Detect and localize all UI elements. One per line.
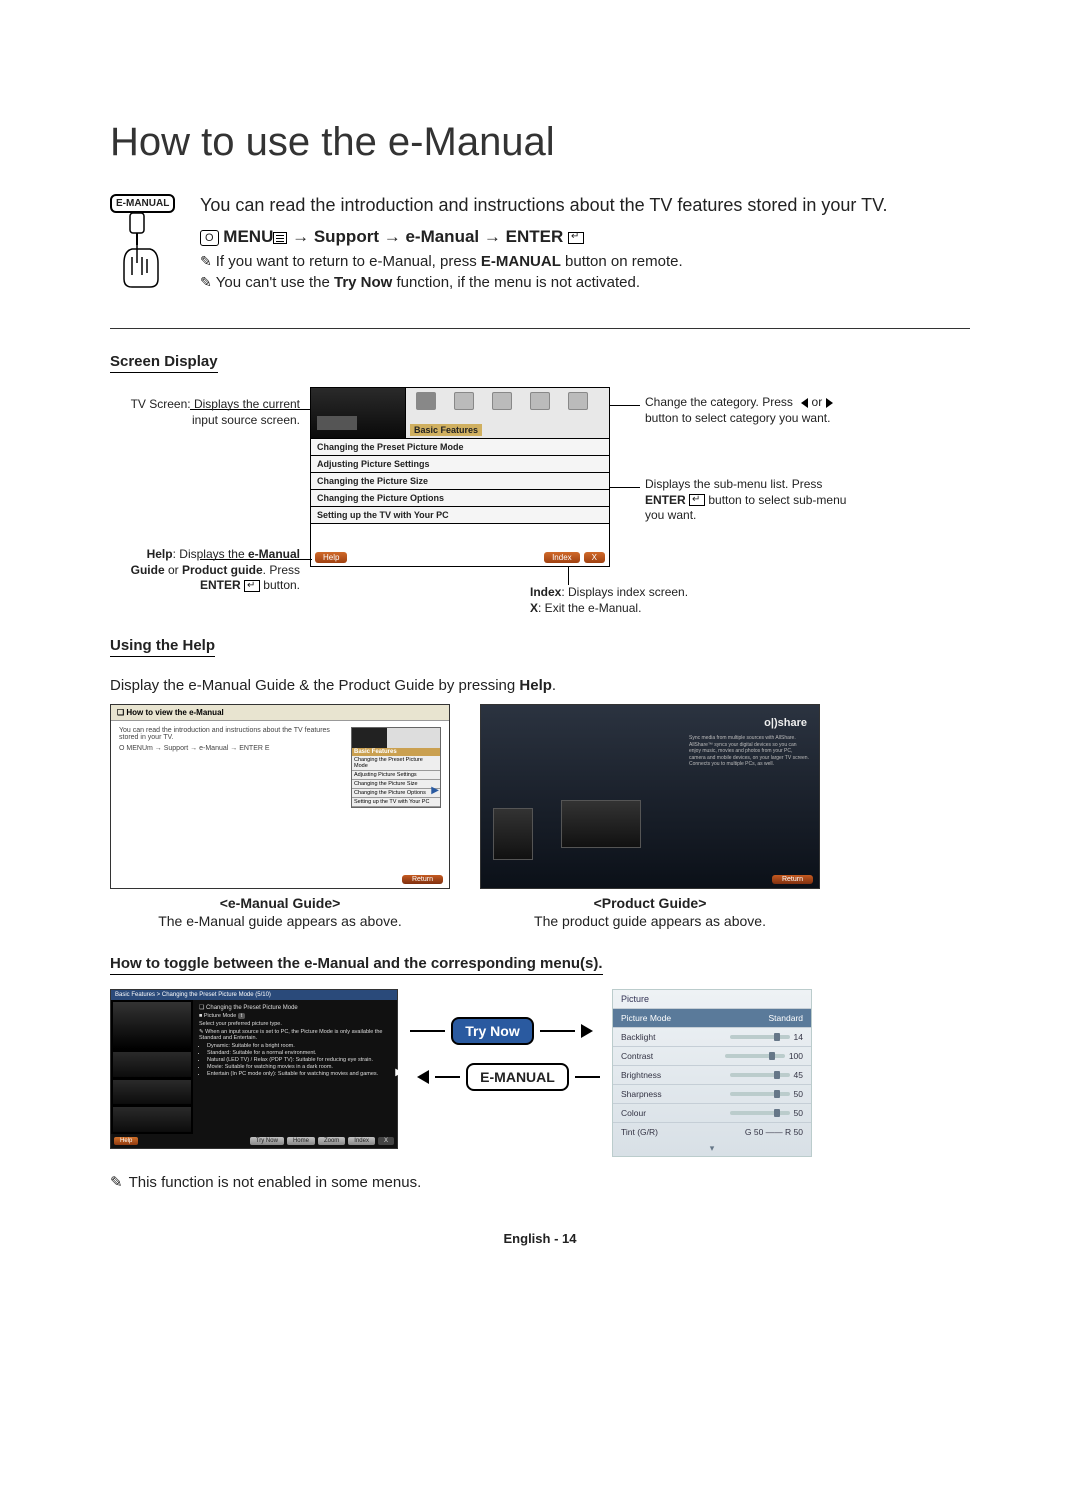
page-title: How to use the e-Manual bbox=[110, 120, 970, 165]
final-note: ✎This function is not enabled in some me… bbox=[110, 1173, 970, 1191]
help-button[interactable]: Help bbox=[315, 552, 347, 563]
menu-row[interactable]: Colour 50 bbox=[613, 1103, 811, 1122]
enter-icon bbox=[244, 580, 260, 592]
slider[interactable] bbox=[725, 1054, 785, 1058]
emanual-mock: Basic Features Changing the Preset Pictu… bbox=[310, 387, 610, 567]
try-now-pill: Try Now bbox=[451, 1017, 533, 1045]
callout-index: Index: Displays index screen. X: Exit th… bbox=[530, 585, 790, 616]
enter-icon bbox=[568, 232, 584, 244]
allshare-blurb: Sync media from multiple sources with Al… bbox=[689, 735, 809, 768]
pen-icon: ✎ bbox=[200, 253, 212, 269]
slider[interactable] bbox=[730, 1073, 790, 1077]
device-thumb bbox=[561, 800, 641, 848]
tv-screen-thumb bbox=[311, 388, 406, 438]
emanual-detail-mock: Basic Features > Changing the Preset Pic… bbox=[110, 989, 398, 1149]
tv-thumb bbox=[113, 1002, 191, 1049]
osd-icon: O bbox=[200, 230, 219, 246]
allshare-logo: o|)share bbox=[764, 717, 807, 729]
toggle-arrows: Try Now E-MANUAL bbox=[410, 989, 600, 1091]
emanual-guide-text: You can read the introduction and instru… bbox=[119, 727, 345, 808]
emanual-badge: E-MANUAL bbox=[110, 194, 175, 213]
menu-row[interactable]: Tint (G/R) G 50 —— R 50 bbox=[613, 1122, 811, 1141]
left-triangle-icon bbox=[796, 398, 808, 408]
emanual-guide-title: ❏ How to view the e-Manual bbox=[111, 705, 449, 721]
help-button[interactable]: Help bbox=[114, 1137, 138, 1145]
chevron-down-icon[interactable]: ▾ bbox=[613, 1141, 811, 1156]
submenu-item[interactable]: Adjusting Picture Settings bbox=[311, 456, 609, 473]
category-icon[interactable] bbox=[568, 392, 588, 410]
nav-path: O MENU → Support → e-Manual → ENTER bbox=[200, 227, 970, 247]
x-button[interactable]: X bbox=[584, 552, 605, 563]
category-icon[interactable] bbox=[454, 392, 474, 410]
using-help-intro: Display the e-Manual Guide & the Product… bbox=[110, 677, 970, 694]
return-button[interactable]: Return bbox=[772, 875, 813, 884]
screen-display-diagram: Basic Features Changing the Preset Pictu… bbox=[110, 387, 970, 627]
index-button[interactable]: Index bbox=[544, 552, 580, 563]
zoom-button[interactable]: Zoom bbox=[318, 1137, 345, 1145]
right-arrow-icon: ▶ bbox=[395, 1067, 403, 1078]
device-thumb bbox=[493, 808, 533, 860]
emanual-pill: E-MANUAL bbox=[466, 1063, 569, 1091]
product-guide-panel: o|)share Sync media from multiple source… bbox=[480, 704, 820, 889]
toggle-heading: How to toggle between the e-Manual and t… bbox=[110, 955, 603, 975]
category-label: Basic Features bbox=[410, 424, 482, 436]
menu-head: Picture bbox=[613, 990, 811, 1008]
screen-display-heading: Screen Display bbox=[110, 353, 218, 373]
tv-thumb bbox=[113, 1080, 191, 1105]
tv-thumb bbox=[113, 1107, 191, 1132]
submenu-item[interactable]: Changing the Picture Options bbox=[311, 490, 609, 507]
submenu-list: Changing the Preset Picture Mode Adjusti… bbox=[311, 438, 609, 524]
emanual-guide-panel: ❏ How to view the e-Manual You can read … bbox=[110, 704, 450, 889]
submenu-item[interactable]: Changing the Picture Size bbox=[311, 473, 609, 490]
menu-row[interactable]: Sharpness 50 bbox=[613, 1084, 811, 1103]
submenu-item[interactable]: Setting up the TV with Your PC bbox=[311, 507, 609, 524]
index-button[interactable]: Index bbox=[348, 1137, 375, 1145]
enter-icon bbox=[689, 494, 705, 506]
tv-thumb bbox=[113, 1052, 191, 1077]
using-help-heading: Using the Help bbox=[110, 637, 215, 657]
slider[interactable] bbox=[730, 1092, 790, 1096]
note-trynow: ✎You can't use the Try Now function, if … bbox=[200, 274, 970, 291]
emanual-guide-caption-sub: The e-Manual guide appears as above. bbox=[110, 913, 450, 929]
slider[interactable] bbox=[730, 1035, 790, 1039]
home-button[interactable]: Home bbox=[287, 1137, 315, 1145]
right-arrow-icon: ▶ bbox=[431, 785, 439, 796]
try-now-button[interactable]: Try Now bbox=[250, 1137, 284, 1145]
page-footer: English - 14 bbox=[110, 1231, 970, 1246]
right-triangle-icon bbox=[826, 398, 838, 408]
submenu-item[interactable]: Changing the Preset Picture Mode bbox=[311, 439, 609, 456]
category-icon[interactable] bbox=[492, 392, 512, 410]
x-button[interactable]: X bbox=[378, 1137, 394, 1145]
pen-icon: ✎ bbox=[200, 274, 212, 290]
category-bar: Basic Features bbox=[406, 388, 609, 438]
emanual-guide-caption: <e-Manual Guide> bbox=[110, 895, 450, 911]
menu-row[interactable]: Brightness 45 bbox=[613, 1065, 811, 1084]
breadcrumb: Basic Features > Changing the Preset Pic… bbox=[111, 990, 397, 1000]
menu-icon bbox=[273, 232, 287, 244]
picture-menu-mock: Picture Picture ModeStandard Backlight 1… bbox=[612, 989, 812, 1157]
category-icon[interactable] bbox=[416, 392, 436, 410]
callout-category: Change the category. Press or button to … bbox=[645, 395, 865, 426]
menu-row[interactable]: Backlight 14 bbox=[613, 1027, 811, 1046]
menu-row[interactable]: Contrast 100 bbox=[613, 1046, 811, 1065]
slider[interactable] bbox=[730, 1111, 790, 1115]
return-button[interactable]: Return bbox=[402, 875, 443, 884]
callout-tv: TV Screen: Displays the current input so… bbox=[110, 397, 300, 428]
menu-row[interactable]: Picture ModeStandard bbox=[613, 1008, 811, 1027]
note-return: ✎If you want to return to e-Manual, pres… bbox=[200, 253, 970, 270]
product-guide-caption-sub: The product guide appears as above. bbox=[480, 913, 820, 929]
callout-help: Help: Displays the e-Manual Guide or Pro… bbox=[110, 547, 300, 594]
emanual-mini-mock: Basic Features Changing the Preset Pictu… bbox=[351, 727, 441, 808]
callout-submenu: Displays the sub-menu list. Press ENTER … bbox=[645, 477, 865, 524]
intro-text: You can read the introduction and instru… bbox=[200, 193, 970, 217]
pen-icon: ✎ bbox=[110, 1174, 123, 1191]
category-icon[interactable] bbox=[530, 392, 550, 410]
remote-hand-graphic: E-MANUAL bbox=[110, 193, 180, 298]
product-guide-caption: <Product Guide> bbox=[480, 895, 820, 911]
